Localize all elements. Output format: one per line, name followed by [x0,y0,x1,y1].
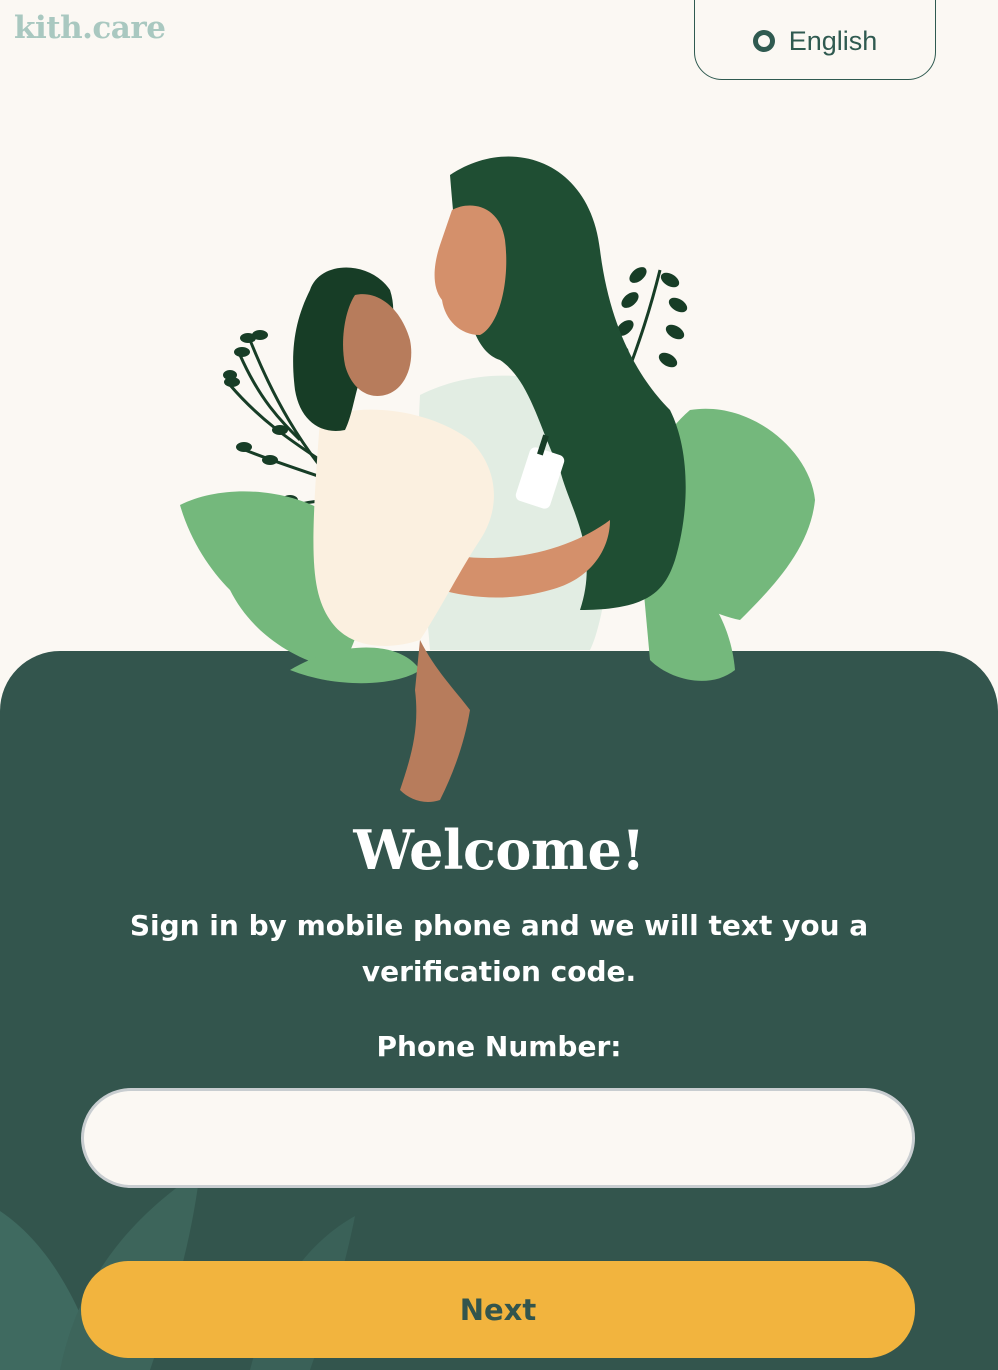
next-button[interactable]: Next [81,1261,915,1358]
mother-and-child-illustration [180,156,815,802]
phone-number-label: Phone Number: [376,1030,622,1063]
page-title: Welcome! [353,818,645,882]
radio-ring-icon [752,30,775,52]
brand-logo[interactable]: kith.care [14,10,166,46]
language-selector-button[interactable]: English [694,0,936,80]
language-label: English [788,25,878,56]
phone-number-input[interactable] [81,1088,915,1188]
page-subtitle: Sign in by mobile phone and we will text… [129,909,869,988]
